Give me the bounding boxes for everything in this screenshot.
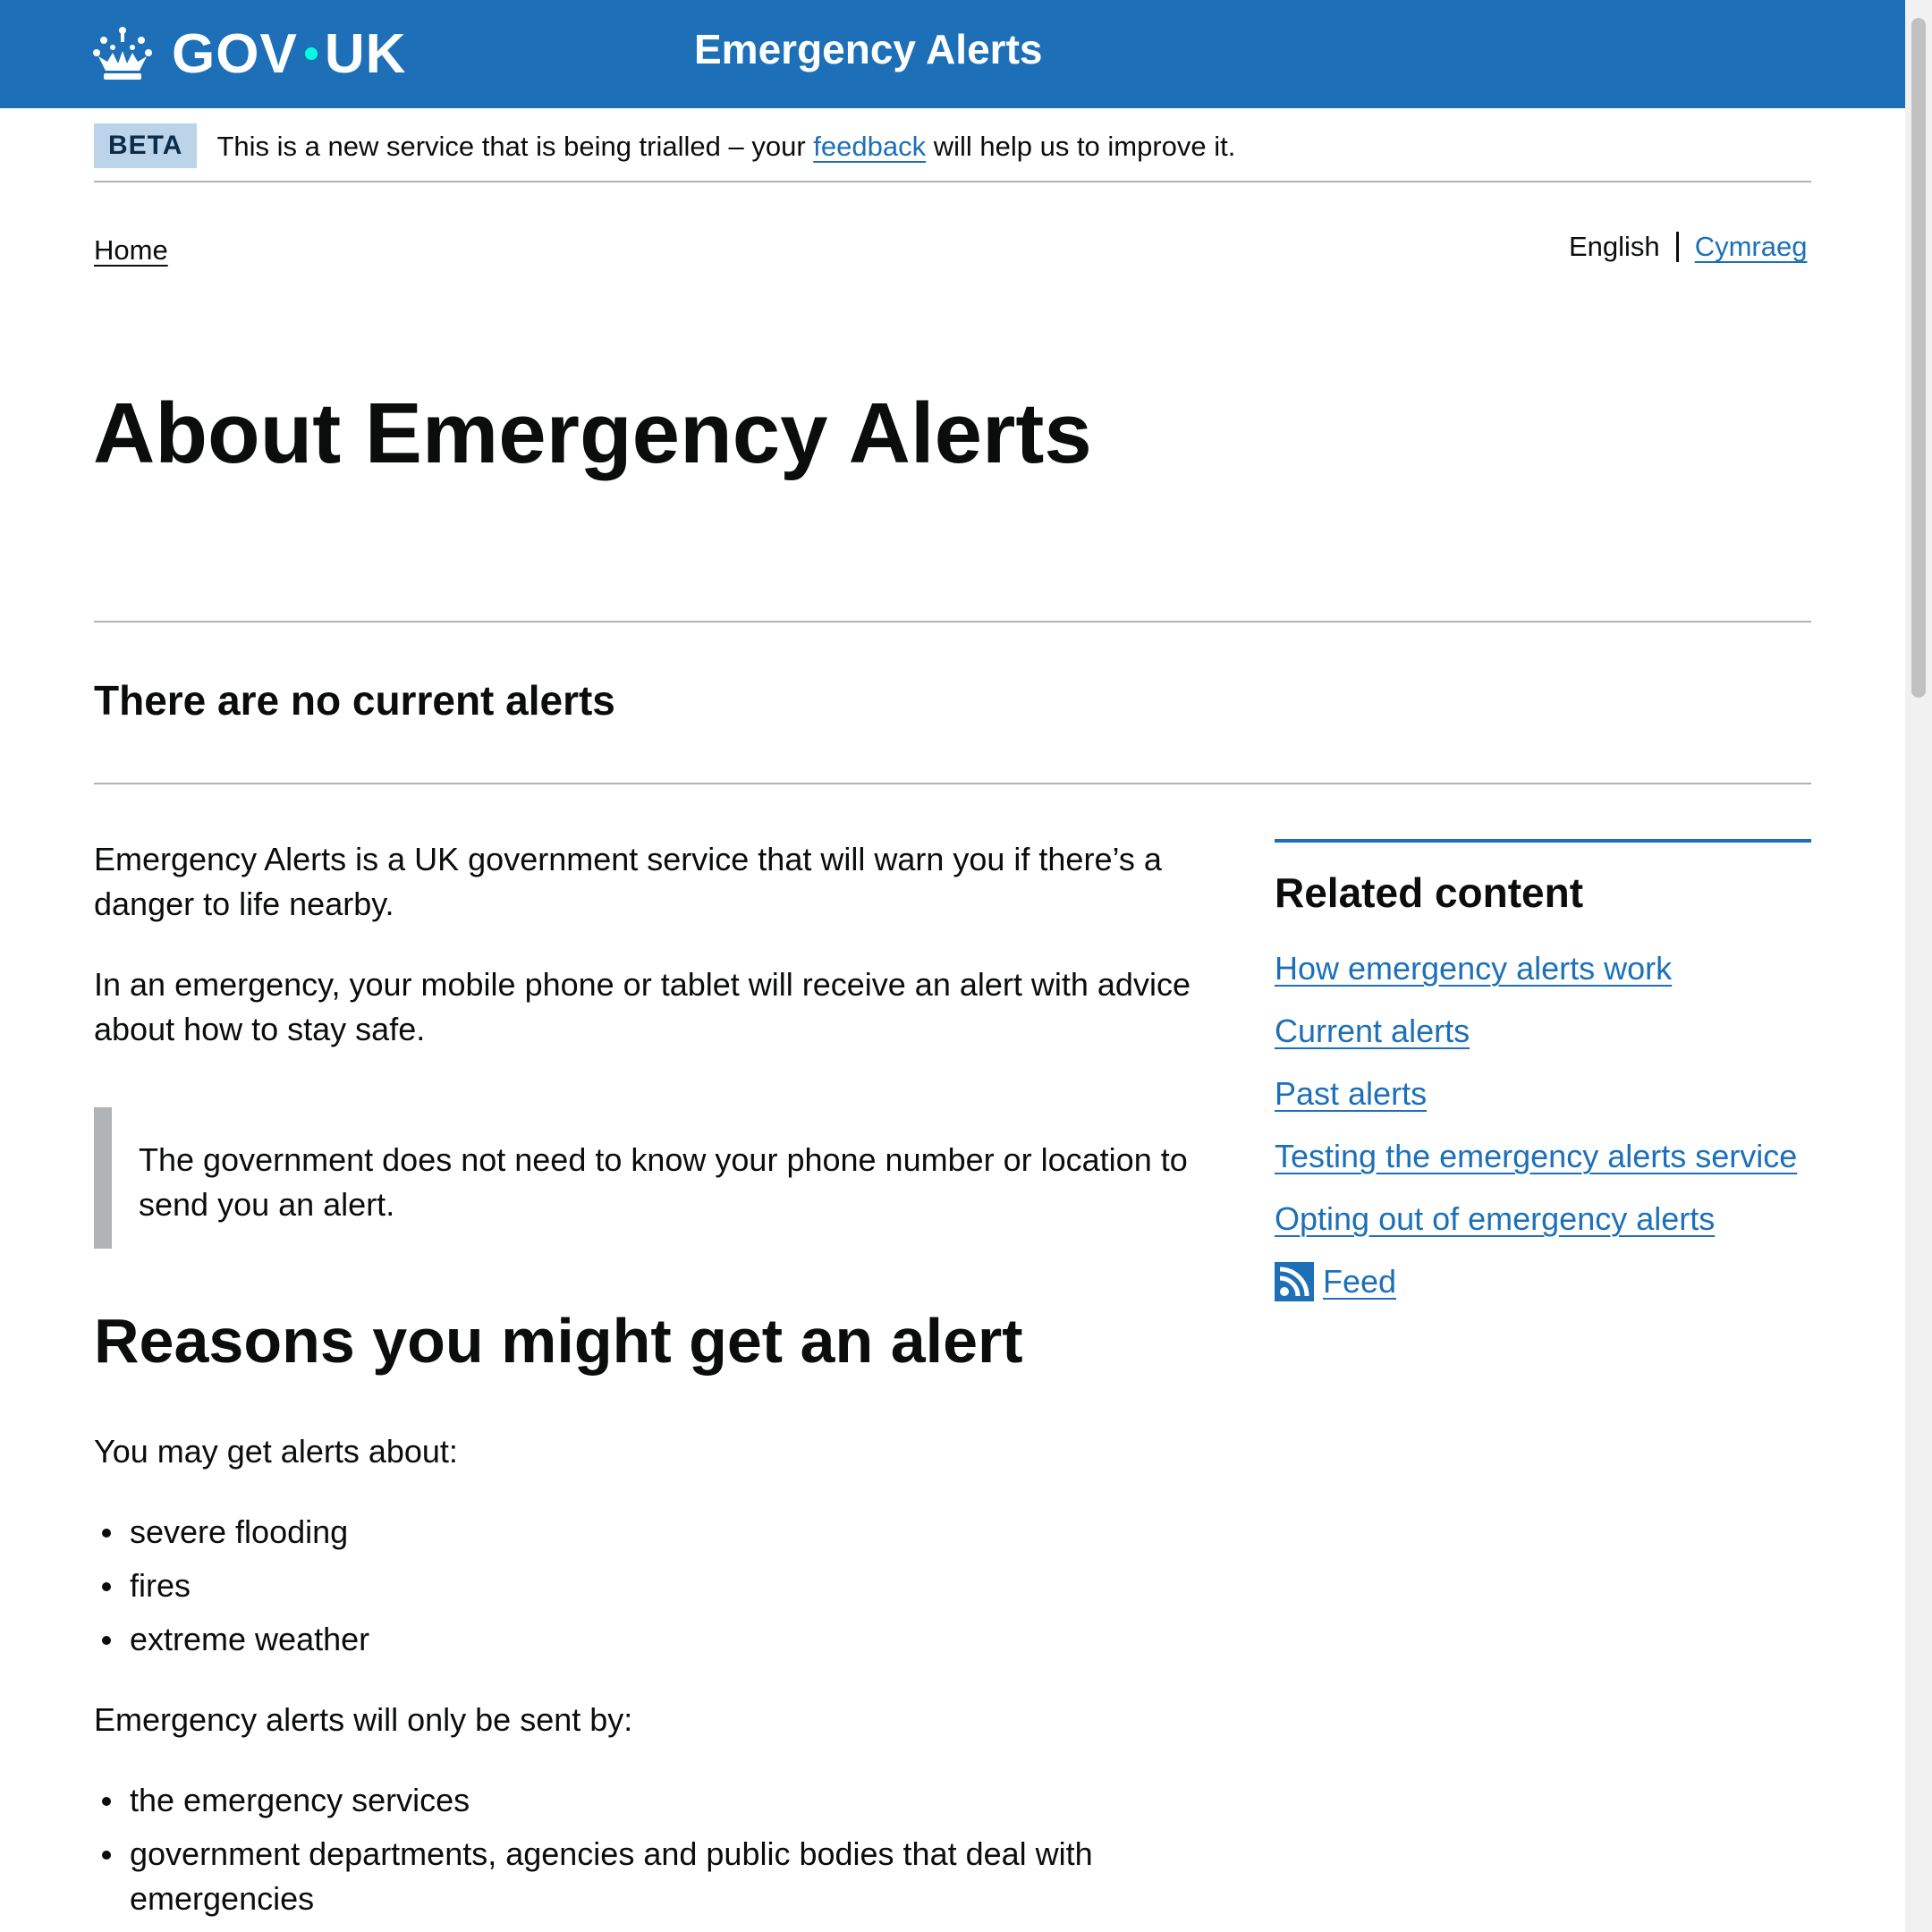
language-cymraeg-link[interactable]: Cymraeg [1695,231,1808,263]
section-divider-top [94,621,1811,623]
related-content-heading: Related content [1275,869,1584,916]
logo-text-right: UK [324,22,407,85]
related-link-how-alerts-work[interactable]: How emergency alerts work [1275,950,1672,987]
related-link-testing-service[interactable]: Testing the emergency alerts service [1275,1138,1797,1174]
scrollbar-thumb[interactable] [1911,18,1926,698]
site-header: GOV UK Emergency Alerts [0,0,1905,108]
related-content: Related content How emergency alerts wor… [1275,839,1811,1324]
govuk-logo-link[interactable]: GOV UK [93,20,406,88]
main-content: Emergency Alerts is a UK government serv… [94,837,1221,1052]
feed-link[interactable]: Feed [1323,1261,1396,1302]
intro-paragraph-2: In an emergency, your mobile phone or ta… [94,966,1191,1047]
list-item: extreme weather [94,1617,369,1662]
related-link-item: Current alerts [1275,1011,1811,1052]
phase-banner: BETA This is a new service that is being… [94,123,1811,182]
logo-dot [304,47,318,60]
service-name-link[interactable]: Emergency Alerts [694,25,1042,73]
phase-text-after: will help us to improve it. [926,131,1236,162]
senders-intro: Emergency alerts will only be sent by: [94,1701,633,1738]
reasons-intro: You may get alerts about: [94,1433,458,1470]
phase-banner-text: This is a new service that is being tria… [216,125,1235,168]
reasons-heading: Reasons you might get an alert [94,1306,1023,1376]
list-item: government departments, agencies and pub… [94,1832,1167,1921]
related-link-item: Testing the emergency alerts service [1275,1136,1811,1177]
senders-list: the emergency services government depart… [94,1778,1221,1930]
list-item: severe flooding [94,1510,369,1555]
reasons-list: severe flooding fires extreme weather [94,1510,369,1671]
feed-item: Feed [1275,1261,1811,1302]
language-current: English [1569,231,1660,262]
vertical-scrollbar[interactable] [1905,0,1932,1932]
section-divider-bottom [94,783,1811,784]
list-item: the emergency services [94,1778,1221,1823]
breadcrumb: Home [94,234,168,267]
inset-text: The government does not need to know you… [94,1107,1196,1249]
current-alerts-status: There are no current alerts [94,677,615,724]
breadcrumb-home-link[interactable]: Home [94,234,168,266]
related-link-current-alerts[interactable]: Current alerts [1275,1013,1470,1049]
related-link-opting-out[interactable]: Opting out of emergency alerts [1275,1200,1715,1237]
related-link-item: How emergency alerts work [1275,948,1811,989]
language-separator [1675,232,1679,262]
related-link-item: Opting out of emergency alerts [1275,1199,1811,1240]
logo-wordmark: GOV UK [172,22,406,86]
beta-tag: BETA [94,123,198,168]
related-links: How emergency alerts work Current alerts… [1275,948,1811,1302]
intro-paragraph-1: Emergency Alerts is a UK government serv… [94,841,1162,922]
related-link-past-alerts[interactable]: Past alerts [1275,1075,1427,1112]
feedback-link[interactable]: feedback [813,131,926,162]
phase-text-before: This is a new service that is being tria… [216,131,814,162]
crown-icon [93,27,152,80]
list-item: fires [94,1563,369,1608]
page-title: About Emergency Alerts [93,386,1092,481]
language-switcher: English Cymraeg [1569,231,1807,263]
rss-icon[interactable] [1275,1262,1314,1301]
logo-text-left: GOV [172,22,298,85]
related-link-item: Past alerts [1275,1073,1811,1114]
